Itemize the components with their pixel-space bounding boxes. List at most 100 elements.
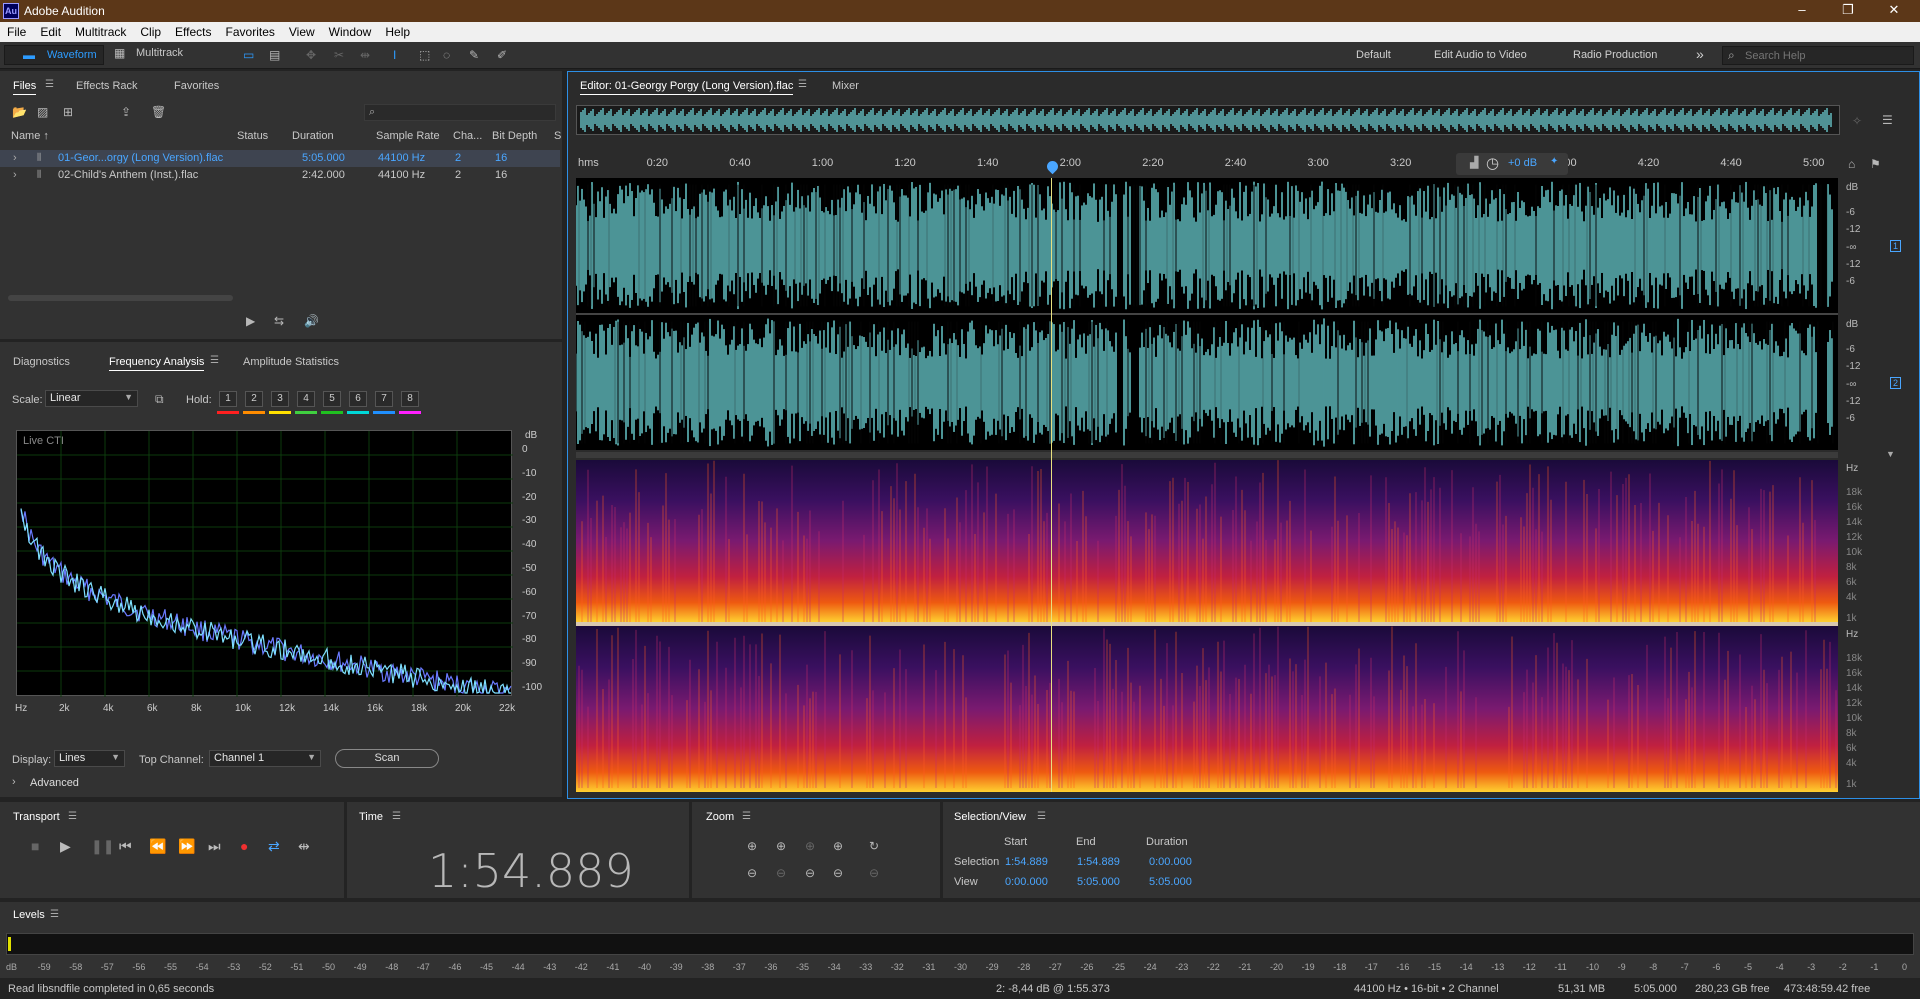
search-help-input[interactable] <box>1745 48 1910 63</box>
record-icon[interactable]: ● <box>240 838 248 854</box>
tab-frequency-analysis[interactable]: Frequency Analysis <box>109 356 205 371</box>
pause-icon[interactable]: ❚❚ <box>91 838 114 855</box>
delete-file-icon[interactable]: 🗑 <box>151 105 166 119</box>
zoom-in-selection-icon[interactable]: ⊕ <box>833 839 843 853</box>
expand-arrow-icon[interactable]: › <box>13 152 17 164</box>
scale-dropdown[interactable]: Linear ▼ <box>45 390 138 407</box>
hold-button-6[interactable]: 6 <box>349 391 367 407</box>
channel-2-toggle[interactable]: 2 <box>1890 377 1902 389</box>
tab-files[interactable]: Files <box>13 80 37 95</box>
collapse-icon[interactable]: ▼ <box>1886 449 1895 459</box>
time-selection-tool-icon[interactable]: I <box>393 48 396 62</box>
advanced-expand-icon[interactable]: › <box>12 776 16 788</box>
workspace-radio-production[interactable]: Radio Production <box>1573 49 1657 61</box>
close-button[interactable]: ✕ <box>1874 2 1914 18</box>
play-preview-icon[interactable]: ▶ <box>246 314 255 328</box>
zoom-tool-icon[interactable]: ✧ <box>1852 114 1862 128</box>
menu-view[interactable]: View <box>282 22 322 39</box>
channel-1-toggle[interactable]: 1 <box>1890 240 1902 252</box>
marker-icon[interactable]: ⚑ <box>1870 157 1881 171</box>
more-workspaces-button[interactable]: » <box>1696 46 1704 62</box>
column-bit-depth[interactable]: Bit Depth <box>492 130 537 142</box>
maximize-button[interactable]: ❐ <box>1828 2 1868 18</box>
menu-window[interactable]: Window <box>322 22 379 39</box>
zoom-menu-icon[interactable]: ☰ <box>742 811 751 822</box>
volume-knob-icon[interactable]: ◷ <box>1486 154 1499 172</box>
move-tool-icon[interactable]: ✥ <box>306 48 316 62</box>
loop-preview-icon[interactable]: ⇆ <box>274 314 284 328</box>
spectral-display-icon[interactable]: ▭ <box>243 48 254 62</box>
hold-button-8[interactable]: 8 <box>401 391 419 407</box>
tab-mixer[interactable]: Mixer <box>832 80 859 92</box>
scan-button[interactable]: Scan <box>335 749 439 768</box>
rewind-icon[interactable]: ⏪ <box>149 838 166 855</box>
file-row[interactable]: › ⫼ 02-Child's Anthem (Inst.).flac 2:42.… <box>0 167 560 184</box>
view-end-field[interactable]: 5:05.000 <box>1077 876 1120 888</box>
menu-help[interactable]: Help <box>378 22 417 39</box>
spectral-pitch-icon[interactable]: ▤ <box>269 48 280 62</box>
snap-icon[interactable]: ⌂ <box>1848 157 1855 171</box>
selection-menu-icon[interactable]: ☰ <box>1037 811 1046 822</box>
workspace-default[interactable]: Default <box>1356 49 1391 61</box>
view-start-field[interactable]: 0:00.000 <box>1005 876 1048 888</box>
files-search-input[interactable]: ⌕ <box>364 104 556 121</box>
open-file-icon[interactable]: 📂 <box>12 105 27 119</box>
zoom-out-time-icon[interactable]: ⊖ <box>776 866 786 880</box>
tab-favorites[interactable]: Favorites <box>174 80 219 92</box>
brush-tool-icon[interactable]: ✎ <box>469 48 479 62</box>
hud-volume[interactable]: ▟ ◷ +0 dB ✦ <box>1456 153 1568 175</box>
column-channels[interactable]: Cha... <box>453 130 482 142</box>
minimize-button[interactable]: – <box>1782 2 1822 17</box>
spectral-display[interactable] <box>576 460 1838 792</box>
hold-button-3[interactable]: 3 <box>271 391 289 407</box>
waveform-display[interactable] <box>576 178 1838 450</box>
overview-navigator[interactable] <box>576 105 1840 135</box>
waveform-view-toggle[interactable]: ▬ Waveform <box>4 45 104 65</box>
hold-button-5[interactable]: 5 <box>323 391 341 407</box>
top-channel-dropdown[interactable]: Channel 1 ▼ <box>209 750 321 767</box>
transport-menu-icon[interactable]: ☰ <box>68 811 77 822</box>
spectral-splitter[interactable] <box>576 452 1838 458</box>
display-dropdown[interactable]: Lines ▼ <box>54 750 125 767</box>
slip-tool-icon[interactable]: ⇹ <box>360 48 370 62</box>
zoom-in-point-icon[interactable]: ⊕ <box>805 839 815 853</box>
advanced-toggle[interactable]: Advanced <box>30 777 79 789</box>
column-duration[interactable]: Duration <box>292 130 334 142</box>
new-file-icon[interactable]: ⊞ <box>63 105 73 119</box>
menu-effects[interactable]: Effects <box>168 22 218 39</box>
zoom-out-amplitude-icon[interactable]: ⊖ <box>747 866 757 880</box>
expand-arrow-icon[interactable]: › <box>13 169 17 181</box>
tab-amplitude-statistics[interactable]: Amplitude Statistics <box>243 356 339 368</box>
razor-tool-icon[interactable]: ✂ <box>334 48 344 62</box>
selection-start-field[interactable]: 1:54.889 <box>1005 856 1048 868</box>
pin-icon[interactable]: ✦ <box>1550 156 1558 167</box>
insert-into-multitrack-icon[interactable]: ⇪ <box>121 105 131 119</box>
file-row[interactable]: › ⫼ 01-Geor...orgy (Long Version).flac 5… <box>0 150 560 167</box>
zoom-out-point-icon[interactable]: ⊖ <box>869 866 879 880</box>
zoom-to-selection-icon[interactable]: ⊖ <box>833 866 843 880</box>
files-horizontal-scrollbar[interactable] <box>8 295 233 301</box>
levels-menu-icon[interactable]: ☰ <box>50 909 59 920</box>
tab-diagnostics[interactable]: Diagnostics <box>13 356 70 368</box>
hold-button-2[interactable]: 2 <box>245 391 263 407</box>
stop-icon[interactable]: ■ <box>31 838 39 854</box>
analysis-panel-menu-icon[interactable]: ☰ <box>210 355 219 366</box>
multitrack-button[interactable]: Multitrack <box>136 47 183 59</box>
play-icon[interactable]: ▶ <box>60 838 71 855</box>
tab-effects-rack[interactable]: Effects Rack <box>76 80 138 92</box>
hold-button-1[interactable]: 1 <box>219 391 237 407</box>
marquee-tool-icon[interactable]: ⬚ <box>419 48 430 62</box>
menu-multitrack[interactable]: Multitrack <box>68 22 133 39</box>
import-file-icon[interactable]: ▨ <box>37 105 48 119</box>
hold-button-7[interactable]: 7 <box>375 391 393 407</box>
spot-healing-tool-icon[interactable]: ✐ <box>497 48 507 62</box>
column-sample-rate[interactable]: Sample Rate <box>376 130 440 142</box>
menu-file[interactable]: File <box>0 22 33 39</box>
zoom-reset-icon[interactable]: ↻ <box>869 839 879 853</box>
lasso-tool-icon[interactable]: ◌ <box>443 48 450 62</box>
snapshot-icon[interactable]: ⧉ <box>155 392 164 406</box>
column-extra[interactable]: S <box>554 130 561 142</box>
workspace-edit-audio-to-video[interactable]: Edit Audio to Video <box>1434 49 1527 61</box>
view-duration-field[interactable]: 5:05.000 <box>1149 876 1192 888</box>
column-status[interactable]: Status <box>237 130 268 142</box>
